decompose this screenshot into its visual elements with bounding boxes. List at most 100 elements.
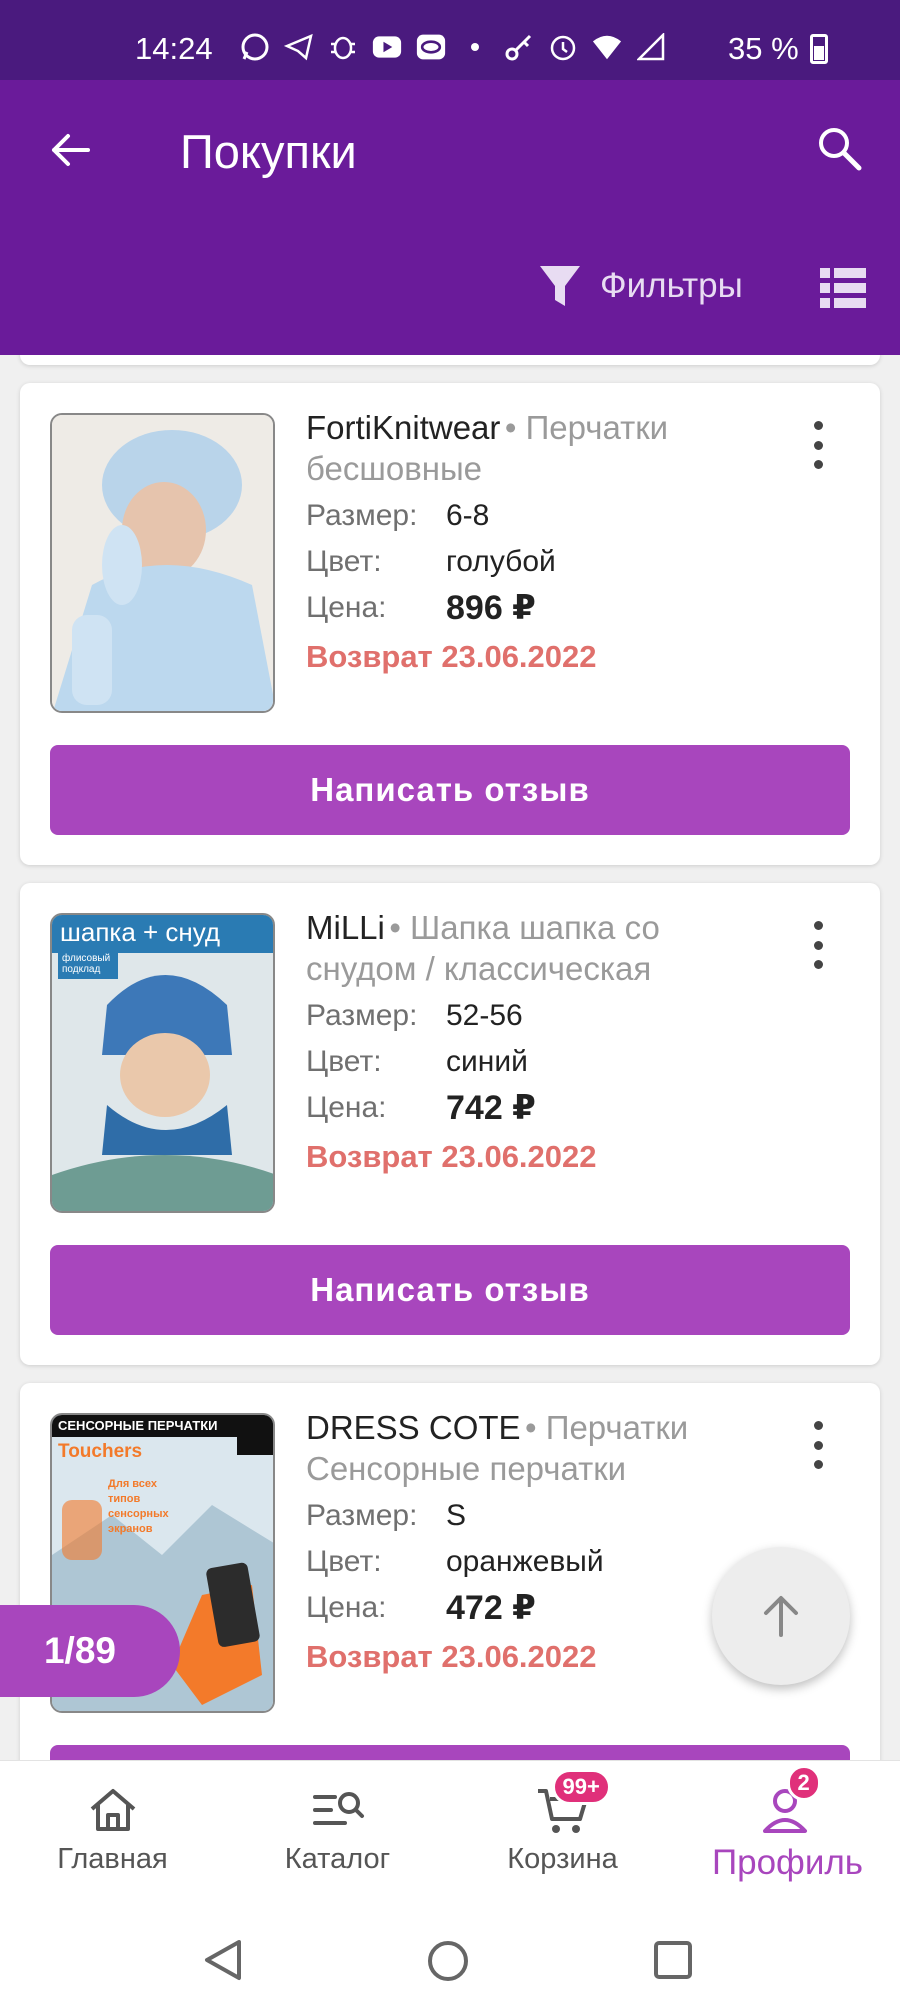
- bottom-navigation: Главная Каталог 99+ Корзина 2 Профиль: [0, 1760, 900, 1900]
- nav-cart-label: Корзина: [507, 1843, 618, 1875]
- product-brand[interactable]: DRESS COTE: [306, 1409, 521, 1446]
- image-subcaption: Touchers: [58, 1441, 143, 1462]
- system-back-icon[interactable]: [203, 1938, 243, 1982]
- list-item-partial: [20, 355, 880, 365]
- image-caption: шапка + снуд: [60, 917, 221, 947]
- scroll-to-top-button[interactable]: [712, 1547, 850, 1685]
- signal-icon: [636, 32, 666, 62]
- profile-badge: 2: [786, 1765, 821, 1801]
- color-label: Цвет:: [306, 545, 382, 578]
- price-value: 472 ₽: [446, 1589, 536, 1627]
- search-icon[interactable]: [815, 124, 863, 172]
- nav-profile-label: Профиль: [711, 1843, 864, 1882]
- nav-profile[interactable]: 2 Профиль: [675, 1761, 900, 1901]
- product-brand[interactable]: FortiKnitwear: [306, 409, 500, 446]
- price-row: Цена: 896 ₽: [306, 589, 776, 627]
- return-status: Возврат 23.06.2022: [306, 639, 597, 674]
- price-row: Цена: 742 ₽: [306, 1089, 776, 1127]
- product-brand[interactable]: MiLLi: [306, 909, 385, 946]
- separator-dot: •: [504, 409, 526, 446]
- filter-funnel-icon: [540, 266, 580, 306]
- whatsapp-icon: [240, 32, 270, 62]
- separator-dot: •: [525, 1409, 546, 1446]
- color-value: оранжевый: [446, 1545, 604, 1578]
- dot-icon: [460, 32, 490, 62]
- image-subcaption: флисовый подклад: [62, 953, 111, 975]
- list-item[interactable]: FortiKnitwear • Перчатки бесшовные Разме…: [20, 383, 880, 865]
- return-status: Возврат 23.06.2022: [306, 1139, 597, 1174]
- wifi-icon: [592, 32, 622, 62]
- product-image[interactable]: шапка + снуд флисовый подклад: [50, 913, 275, 1213]
- alarm-icon: [548, 32, 578, 62]
- product-info: DRESS COTE • Перчатки Сенсорные перчатки…: [306, 1407, 776, 1675]
- telegram-icon: [284, 32, 314, 62]
- youtube-icon: [372, 32, 402, 62]
- nav-home-label: Главная: [57, 1843, 168, 1875]
- key-icon: [504, 32, 534, 62]
- product-info: FortiKnitwear • Перчатки бесшовные Разме…: [306, 407, 776, 675]
- app-icon: [416, 32, 446, 62]
- status-time: 14:24: [135, 31, 213, 66]
- nav-cart[interactable]: 99+ Корзина: [450, 1761, 675, 1901]
- nav-catalog[interactable]: Каталог: [225, 1761, 450, 1901]
- price-label: Цена:: [306, 591, 387, 624]
- bug-icon: [328, 32, 358, 62]
- system-home-icon[interactable]: [427, 1940, 469, 1982]
- price-value: 742 ₽: [446, 1089, 536, 1127]
- nav-home[interactable]: Главная: [0, 1761, 225, 1901]
- image-caption: СЕНСОРНЫЕ ПЕРЧАТКИ: [58, 1418, 218, 1433]
- color-value: синий: [446, 1045, 528, 1078]
- size-row: Размер: 52-56: [306, 997, 776, 1035]
- size-label: Размер:: [306, 1499, 418, 1532]
- list-view-icon[interactable]: [820, 268, 866, 308]
- battery-percent: 35 %: [728, 31, 799, 66]
- color-value: голубой: [446, 545, 556, 578]
- size-label: Размер:: [306, 499, 418, 532]
- product-info: MiLLi • Шапка шапка со снудом / классиче…: [306, 907, 776, 1175]
- write-review-button[interactable]: Написать отзыв: [50, 1245, 850, 1335]
- more-options-icon[interactable]: [806, 421, 830, 469]
- cart-icon: 99+: [536, 1769, 611, 1837]
- color-row: Цвет: оранжевый: [306, 1543, 776, 1581]
- status-bar: 14:24 35 %: [0, 0, 900, 80]
- more-options-icon[interactable]: [806, 921, 830, 969]
- price-label: Цена:: [306, 1091, 387, 1124]
- price-row: Цена: 472 ₽: [306, 1589, 776, 1627]
- system-recents-icon[interactable]: [653, 1940, 693, 1980]
- filters-button[interactable]: Фильтры: [538, 262, 743, 310]
- page-counter: 1/89: [0, 1605, 180, 1697]
- size-value: S: [446, 1499, 467, 1532]
- color-label: Цвет:: [306, 1045, 382, 1078]
- price-value: 896 ₽: [446, 589, 536, 627]
- nav-catalog-label: Каталог: [284, 1843, 391, 1875]
- battery-icon: [810, 34, 828, 64]
- product-image[interactable]: [50, 413, 275, 713]
- size-row: Размер: S: [306, 1497, 776, 1535]
- return-status: Возврат 23.06.2022: [306, 1639, 597, 1674]
- color-row: Цвет: голубой: [306, 543, 776, 581]
- status-icons: [240, 32, 666, 62]
- color-row: Цвет: синий: [306, 1043, 776, 1081]
- size-row: Размер: 6-8: [306, 497, 776, 535]
- cart-badge: 99+: [551, 1769, 611, 1805]
- list-item[interactable]: шапка + снуд флисовый подклад MiLLi • Ша…: [20, 883, 880, 1365]
- more-options-icon[interactable]: [806, 1421, 830, 1469]
- price-label: Цена:: [306, 1591, 387, 1624]
- write-review-button-partial[interactable]: [50, 1745, 850, 1760]
- page-title: Покупки: [180, 125, 357, 178]
- color-label: Цвет:: [306, 1545, 382, 1578]
- profile-icon: 2: [761, 1765, 821, 1837]
- arrow-up-icon: [764, 1596, 798, 1637]
- size-value: 52-56: [446, 999, 523, 1032]
- catalog-search-icon: [311, 1783, 365, 1837]
- size-value: 6-8: [446, 499, 490, 532]
- system-navigation-bar: [0, 1900, 900, 2010]
- image-note: Для всех типов сенсорных экранов: [108, 1478, 169, 1535]
- write-review-button[interactable]: Написать отзыв: [50, 745, 850, 835]
- filters-label: Фильтры: [600, 266, 743, 305]
- size-label: Размер:: [306, 999, 418, 1032]
- app-bar: Покупки Фильтры: [0, 80, 900, 355]
- home-icon: [86, 1783, 140, 1837]
- separator-dot: •: [389, 909, 411, 946]
- back-arrow-icon[interactable]: [48, 128, 92, 172]
